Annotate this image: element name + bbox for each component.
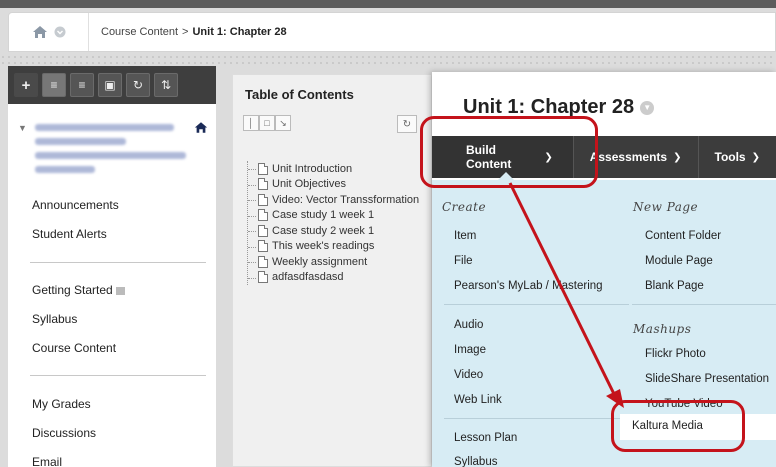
annotation-arrow	[508, 182, 624, 408]
